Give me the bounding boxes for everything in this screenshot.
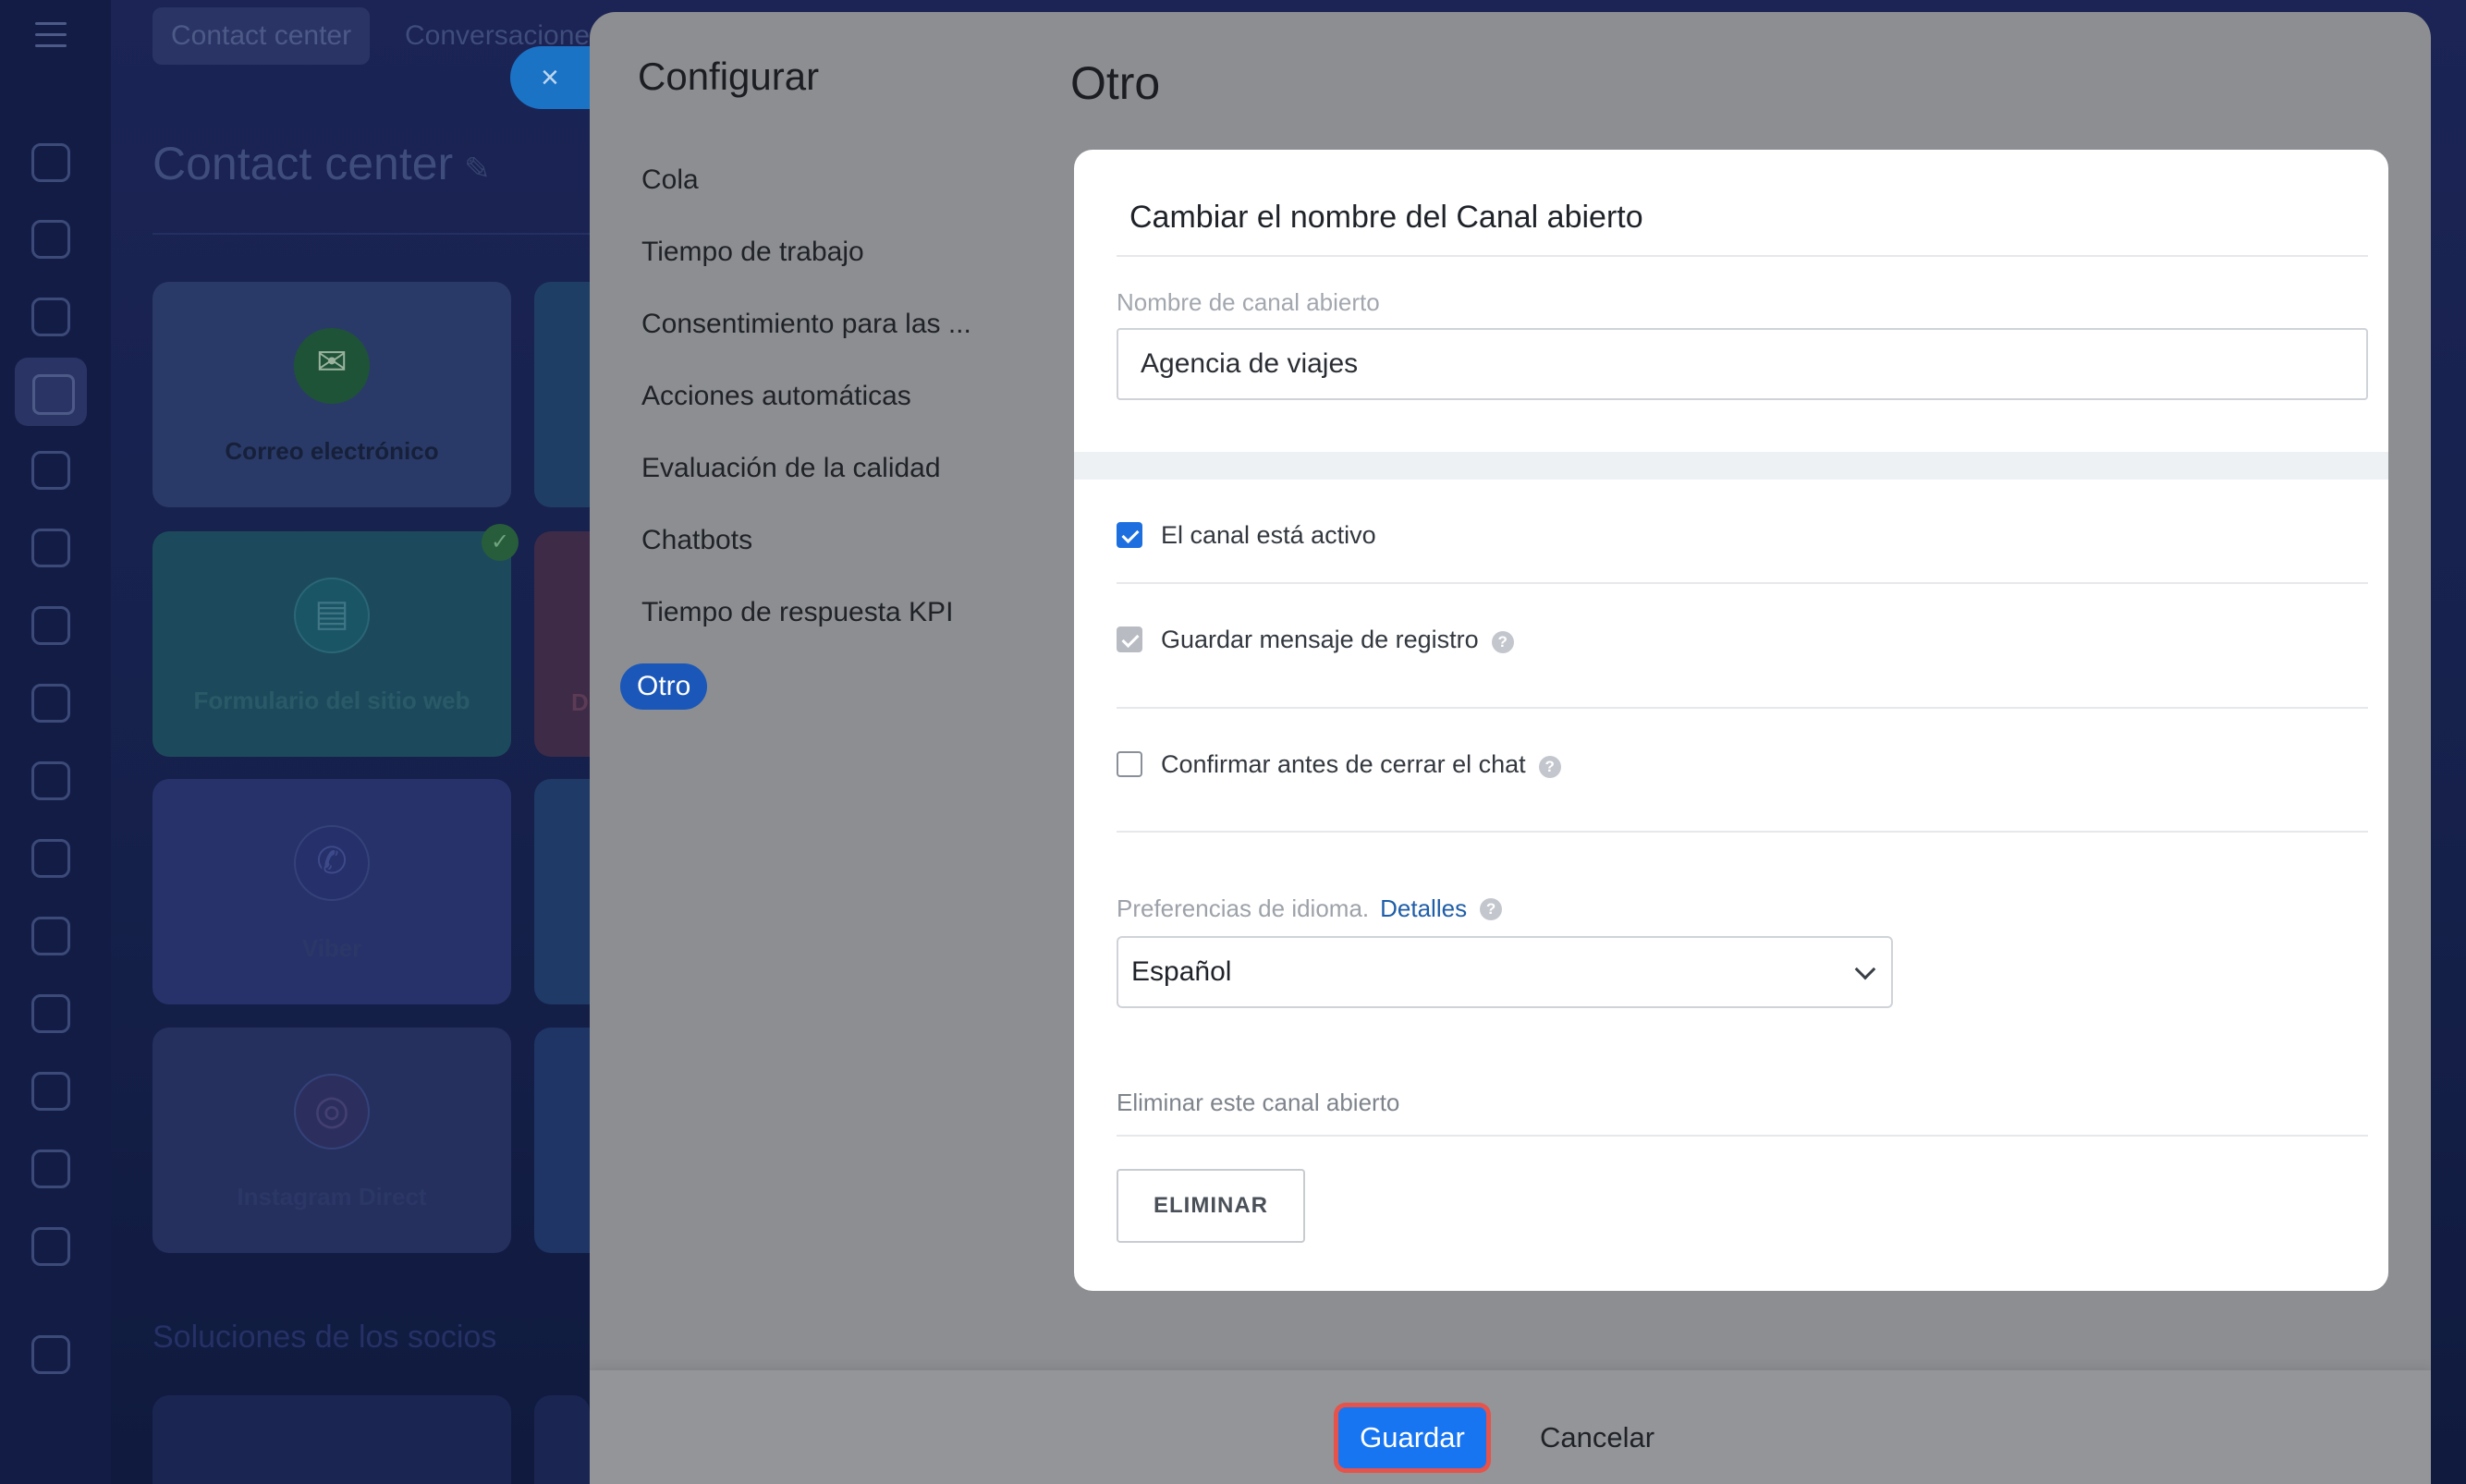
sidebar-mail-icon[interactable] — [31, 917, 70, 955]
tile-instagram[interactable]: Instagram Direct — [153, 1028, 511, 1253]
menu-icon[interactable] — [35, 22, 67, 48]
tile-label: Correo electrónico — [225, 437, 439, 465]
close-icon: × — [541, 60, 559, 95]
nav-item-consent[interactable]: Consentimiento para las ... — [641, 309, 971, 340]
chevron-down-icon — [1854, 958, 1876, 980]
language-label-text: Preferencias de idioma. — [1117, 894, 1370, 922]
sidebar-chat-icon[interactable] — [31, 220, 70, 259]
nav-item-queue[interactable]: Cola — [641, 164, 699, 196]
help-icon[interactable]: ? — [1480, 897, 1503, 920]
tile-partial-red[interactable]: D — [534, 531, 590, 757]
confirm-close-row[interactable]: Confirmar antes de cerrar el chat ? — [1117, 746, 1561, 783]
channel-name-input[interactable]: Agencia de viajes — [1117, 328, 2368, 400]
nav-item-auto-actions[interactable]: Acciones automáticas — [641, 381, 911, 412]
left-sidebar — [0, 0, 111, 1484]
save-button[interactable]: Guardar — [1338, 1407, 1486, 1468]
channel-active-row[interactable]: El canal está activo — [1117, 517, 1376, 553]
tile-label: D — [571, 688, 589, 716]
confirm-close-checkbox[interactable] — [1117, 751, 1142, 777]
confirm-close-label: Confirmar antes de cerrar el chat — [1161, 749, 1526, 778]
viber-icon — [294, 825, 370, 901]
sidebar-sites-icon[interactable] — [31, 529, 70, 567]
instagram-icon — [294, 1074, 370, 1149]
sidebar-automation-icon[interactable] — [31, 1149, 70, 1188]
cancel-button[interactable]: Cancelar — [1540, 1407, 1654, 1468]
channel-name-label: Nombre de canal abierto — [1117, 288, 1380, 316]
tile-label: Viber — [301, 934, 362, 962]
sidebar-feed-icon[interactable] — [31, 143, 70, 182]
sidebar-reports-icon[interactable] — [31, 1227, 70, 1266]
tile-label: Instagram Direct — [237, 1183, 427, 1210]
sidebar-store-icon[interactable] — [31, 839, 70, 878]
sidebar-calendar-icon[interactable] — [31, 606, 70, 645]
divider — [1117, 582, 2368, 584]
card-title: Cambiar el nombre del Canal abierto — [1129, 200, 1643, 235]
nav-item-quality[interactable]: Evaluación de la calidad — [641, 453, 941, 484]
section-separator — [1074, 452, 2388, 480]
page-title: Contact center ✎ — [153, 138, 491, 189]
sidebar-contacts-icon[interactable] — [31, 994, 70, 1033]
sidebar-tasks-icon[interactable] — [31, 298, 70, 336]
delete-channel-label: Eliminar este canal abierto — [1117, 1089, 1400, 1116]
tile-email[interactable]: Correo electrónico — [153, 282, 511, 507]
tab-contact-center[interactable]: Contact center — [153, 7, 371, 65]
language-value: Español — [1131, 956, 1232, 987]
help-icon[interactable]: ? — [1538, 756, 1561, 778]
tile-partial[interactable] — [534, 1028, 590, 1253]
settings-card: Cambiar el nombre del Canal abierto Nomb… — [1074, 150, 2388, 1291]
save-log-label: Guardar mensaje de registro — [1161, 625, 1479, 653]
language-select[interactable]: Español — [1117, 936, 1893, 1008]
sidebar-contact-center-icon[interactable] — [15, 358, 87, 426]
section-heading: Otro — [1070, 57, 1161, 109]
tile-partial[interactable] — [534, 282, 590, 507]
sidebar-docs-icon[interactable] — [31, 684, 70, 723]
nav-item-other[interactable]: Otro — [620, 663, 708, 710]
panel-footer: Guardar Cancelar — [590, 1370, 2431, 1484]
tile-label: Formulario del sitio web — [193, 687, 470, 714]
envelope-icon — [294, 328, 370, 404]
partner-tile[interactable] — [534, 1395, 590, 1484]
channel-active-label: El canal está activo — [1161, 520, 1376, 549]
divider — [153, 233, 596, 235]
nav-title: Configurar — [638, 55, 820, 98]
nav-item-chatbots[interactable]: Chatbots — [641, 525, 752, 556]
divider — [1117, 707, 2368, 709]
connected-check-icon: ✓ — [482, 524, 519, 561]
sidebar-check-icon[interactable] — [31, 1072, 70, 1111]
tile-viber[interactable]: Viber — [153, 779, 511, 1004]
nav-item-working-hours[interactable]: Tiempo de trabajo — [641, 237, 864, 268]
form-icon — [294, 578, 370, 653]
tile-partial[interactable] — [534, 779, 590, 1004]
divider — [1117, 831, 2368, 833]
sidebar-crm-icon[interactable] — [31, 451, 70, 490]
help-icon[interactable]: ? — [1491, 631, 1514, 653]
save-log-row[interactable]: Guardar mensaje de registro ? — [1117, 621, 1514, 658]
delete-button[interactable]: ELIMINAR — [1117, 1169, 1305, 1243]
nav-item-kpi[interactable]: Tiempo de respuesta KPI — [641, 597, 953, 628]
details-link[interactable]: Detalles — [1380, 894, 1467, 923]
language-label: Preferencias de idioma. Detalles ? — [1117, 894, 1503, 923]
settings-panel: Configurar Cola Tiempo de trabajo Consen… — [590, 12, 2431, 1484]
partners-heading: Soluciones de los socios — [153, 1320, 497, 1355]
sidebar-boards-icon[interactable] — [31, 761, 70, 800]
tile-web-form[interactable]: Formulario del sitio web ✓ — [153, 524, 519, 757]
save-log-checkbox[interactable] — [1117, 626, 1142, 652]
divider — [1117, 255, 2368, 257]
channel-active-checkbox[interactable] — [1117, 522, 1142, 548]
divider — [1117, 1135, 2368, 1137]
pin-icon[interactable]: ✎ — [464, 152, 491, 187]
close-panel-button[interactable]: × — [510, 46, 593, 109]
partner-tile[interactable] — [153, 1395, 511, 1484]
sidebar-settings-icon[interactable] — [31, 1335, 70, 1374]
